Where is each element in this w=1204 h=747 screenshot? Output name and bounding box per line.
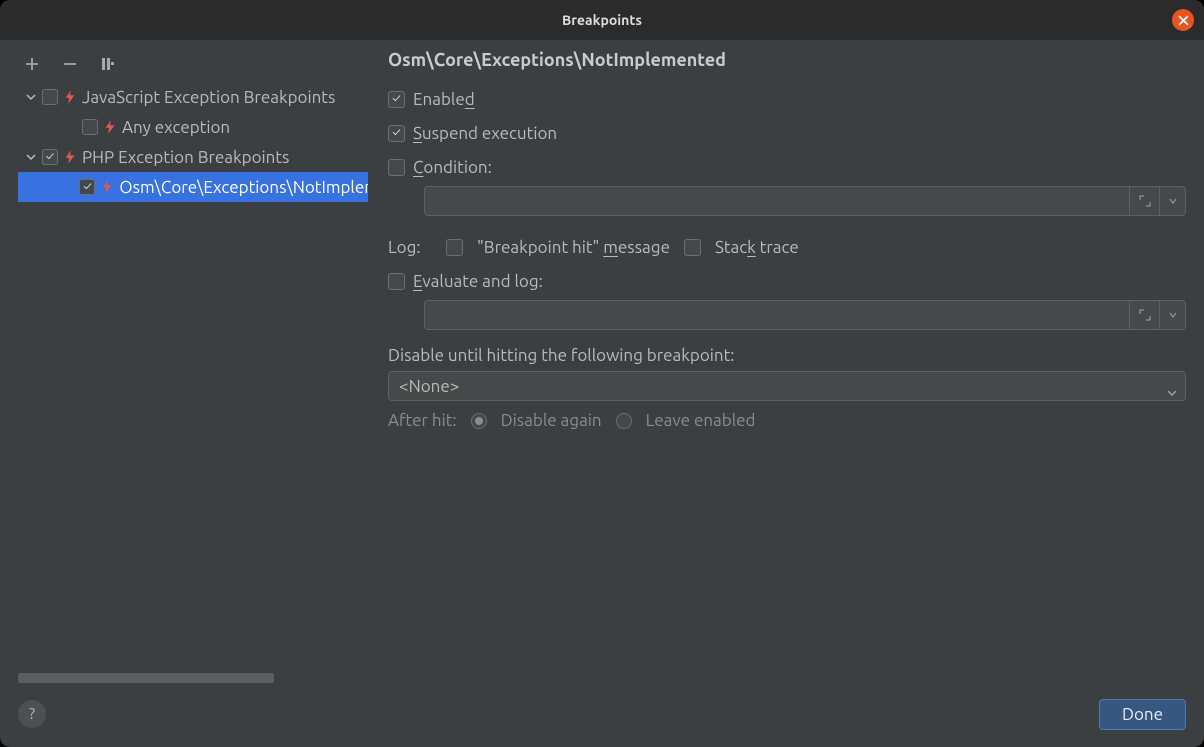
dialog-footer: ? Done	[18, 685, 1186, 733]
log-row: Log: "Breakpoint hit" message Stack trac…	[388, 230, 1186, 264]
tree-group-label: JavaScript Exception Breakpoints	[82, 88, 335, 107]
plus-icon	[24, 56, 40, 72]
group-checkbox[interactable]	[42, 89, 58, 105]
window-title: Breakpoints	[562, 12, 642, 28]
tree-group-php[interactable]: PHP Exception Breakpoints	[18, 142, 368, 172]
evaluate-row: Evaluate and log:	[388, 264, 1186, 298]
log-label: Log:	[388, 238, 432, 257]
disable-until-combo[interactable]: <None>	[388, 371, 1186, 401]
log-stack-checkbox[interactable]	[684, 239, 701, 256]
breakpoint-details-panel: Osm\Core\Exceptions\NotImplemented Enabl…	[368, 50, 1186, 685]
enabled-row: Enabled	[388, 82, 1186, 116]
after-hit-disable-again-radio[interactable]	[471, 413, 487, 429]
close-button[interactable]	[1172, 9, 1194, 31]
horizontal-scrollbar[interactable]	[18, 673, 368, 685]
group-icon	[100, 56, 116, 72]
evaluate-checkbox[interactable]	[388, 273, 405, 290]
done-button[interactable]: Done	[1099, 699, 1186, 730]
add-breakpoint-button[interactable]	[22, 54, 42, 74]
tree-group-label: PHP Exception Breakpoints	[82, 148, 289, 167]
lightning-icon	[102, 120, 118, 134]
condition-input[interactable]	[424, 186, 1130, 216]
scrollbar-thumb[interactable]	[18, 673, 274, 683]
log-hit-label: "Breakpoint hit" message	[477, 238, 670, 257]
group-by-button[interactable]	[98, 54, 118, 74]
lightning-icon	[62, 90, 78, 104]
item-checkbox[interactable]	[79, 179, 95, 195]
combo-value: <None>	[399, 377, 459, 396]
history-dropdown-button[interactable]	[1160, 300, 1186, 330]
item-checkbox[interactable]	[82, 119, 98, 135]
close-icon	[1178, 15, 1189, 26]
help-button[interactable]: ?	[18, 700, 46, 728]
enabled-checkbox[interactable]	[388, 91, 405, 108]
tree-toolbar	[18, 50, 368, 78]
log-stack-label: Stack trace	[715, 238, 799, 257]
expand-field-button[interactable]	[1130, 186, 1160, 216]
lightning-icon	[99, 180, 115, 194]
log-hit-checkbox[interactable]	[446, 239, 463, 256]
evaluate-input[interactable]	[424, 300, 1130, 330]
history-dropdown-button[interactable]	[1160, 186, 1186, 216]
suspend-checkbox[interactable]	[388, 125, 405, 142]
chevron-down-icon	[1167, 382, 1177, 401]
expand-field-button[interactable]	[1130, 300, 1160, 330]
remove-breakpoint-button[interactable]	[60, 54, 80, 74]
chevron-down-icon	[1169, 197, 1177, 205]
evaluate-label: Evaluate and log:	[413, 272, 543, 291]
expand-icon	[1139, 309, 1151, 321]
tree-item-label: Osm\Core\Exceptions\NotImplemented	[119, 178, 368, 197]
group-checkbox[interactable]	[42, 149, 58, 165]
condition-row: Condition:	[388, 150, 1186, 184]
chevron-down-icon	[1169, 311, 1177, 319]
after-hit-row: After hit: Disable again Leave enabled	[388, 411, 1186, 430]
after-hit-leave-enabled-label: Leave enabled	[646, 411, 756, 430]
after-hit-label: After hit:	[388, 411, 457, 430]
suspend-label: Suspend execution	[413, 124, 557, 143]
breakpoint-tree[interactable]: JavaScript Exception Breakpoints Any exc…	[18, 82, 368, 202]
chevron-down-icon[interactable]	[24, 92, 38, 102]
condition-checkbox[interactable]	[388, 159, 405, 176]
suspend-row: Suspend execution	[388, 116, 1186, 150]
title-bar: Breakpoints	[0, 0, 1204, 40]
evaluate-field-wrap	[424, 300, 1186, 330]
condition-label: Condition:	[413, 158, 492, 177]
condition-field-wrap	[424, 186, 1186, 216]
minus-icon	[62, 56, 78, 72]
tree-item-label: Any exception	[122, 118, 230, 137]
expand-icon	[1139, 195, 1151, 207]
breakpoints-dialog: Breakpoints	[0, 0, 1204, 747]
enabled-label: Enabled	[413, 90, 475, 109]
chevron-down-icon[interactable]	[24, 152, 38, 162]
tree-item-any-exception[interactable]: Any exception	[18, 112, 368, 142]
after-hit-leave-enabled-radio[interactable]	[616, 413, 632, 429]
disable-until-label: Disable until hitting the following brea…	[388, 346, 1186, 365]
after-hit-disable-again-label: Disable again	[501, 411, 602, 430]
tree-item-not-implemented[interactable]: Osm\Core\Exceptions\NotImplemented	[18, 172, 368, 202]
breakpoint-tree-panel: JavaScript Exception Breakpoints Any exc…	[18, 50, 368, 685]
tree-group-js[interactable]: JavaScript Exception Breakpoints	[18, 82, 368, 112]
lightning-icon	[62, 150, 78, 164]
details-heading: Osm\Core\Exceptions\NotImplemented	[388, 50, 1186, 70]
